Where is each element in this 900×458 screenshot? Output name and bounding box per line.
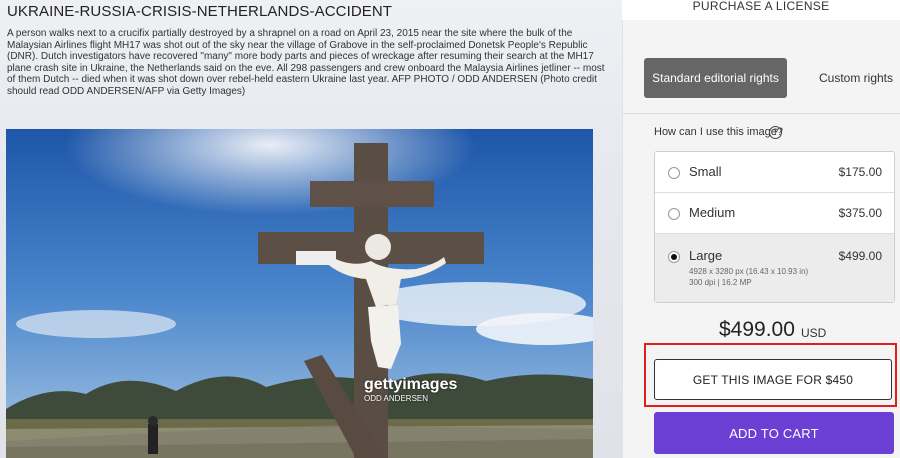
watermark-credit: ODD ANDERSEN — [364, 394, 429, 403]
photo[interactable] — [6, 129, 593, 458]
photo-illustration — [6, 129, 593, 458]
get-image-button[interactable]: GET THIS IMAGE FOR $450 — [654, 359, 892, 400]
license-panel: Standard editorial rights Custom rights … — [622, 20, 900, 458]
size-name: Large — [689, 248, 723, 263]
size-price: $375.00 — [838, 206, 882, 220]
image-detail-area: UKRAINE-RUSSIA-CRISIS-NETHERLANDS-ACCIDE… — [0, 0, 622, 458]
tab-custom-rights[interactable]: Custom rights — [816, 58, 896, 98]
radio-medium[interactable] — [668, 208, 680, 220]
total-price: $499.00 — [719, 318, 795, 341]
size-price: $175.00 — [838, 165, 882, 179]
currency-label: USD — [801, 326, 827, 340]
size-dimensions: 4928 x 3280 px (16.43 x 10.93 in) — [689, 267, 809, 276]
size-option-large[interactable]: Large $499.00 4928 x 3280 px (16.43 x 10… — [655, 234, 894, 302]
image-caption: A person walks next to a crucifix partia… — [7, 28, 605, 97]
tab-standard-editorial-rights[interactable]: Standard editorial rights — [644, 58, 787, 98]
size-options: Small $175.00 Medium $375.00 Large $499.… — [654, 151, 895, 303]
license-sidebar: PURCHASE A LICENSE Standard editorial ri… — [622, 0, 900, 458]
radio-large[interactable] — [668, 251, 680, 263]
getty-watermark: gettyimages — [364, 376, 458, 393]
usage-question: How can I use this image? — [654, 126, 784, 138]
size-option-small[interactable]: Small $175.00 — [655, 152, 894, 193]
add-to-cart-button[interactable]: ADD TO CART — [654, 412, 894, 454]
divider — [623, 113, 900, 114]
radio-small[interactable] — [668, 167, 680, 179]
size-price: $499.00 — [838, 249, 882, 263]
size-name: Medium — [689, 205, 736, 220]
size-option-medium[interactable]: Medium $375.00 — [655, 193, 894, 234]
purchase-license-heading: PURCHASE A LICENSE — [692, 0, 830, 13]
size-resolution: 300 dpi | 16.2 MP — [689, 278, 752, 287]
image-headline: UKRAINE-RUSSIA-CRISIS-NETHERLANDS-ACCIDE… — [7, 3, 393, 20]
size-name: Small — [689, 164, 722, 179]
help-icon[interactable]: ? — [769, 126, 782, 139]
